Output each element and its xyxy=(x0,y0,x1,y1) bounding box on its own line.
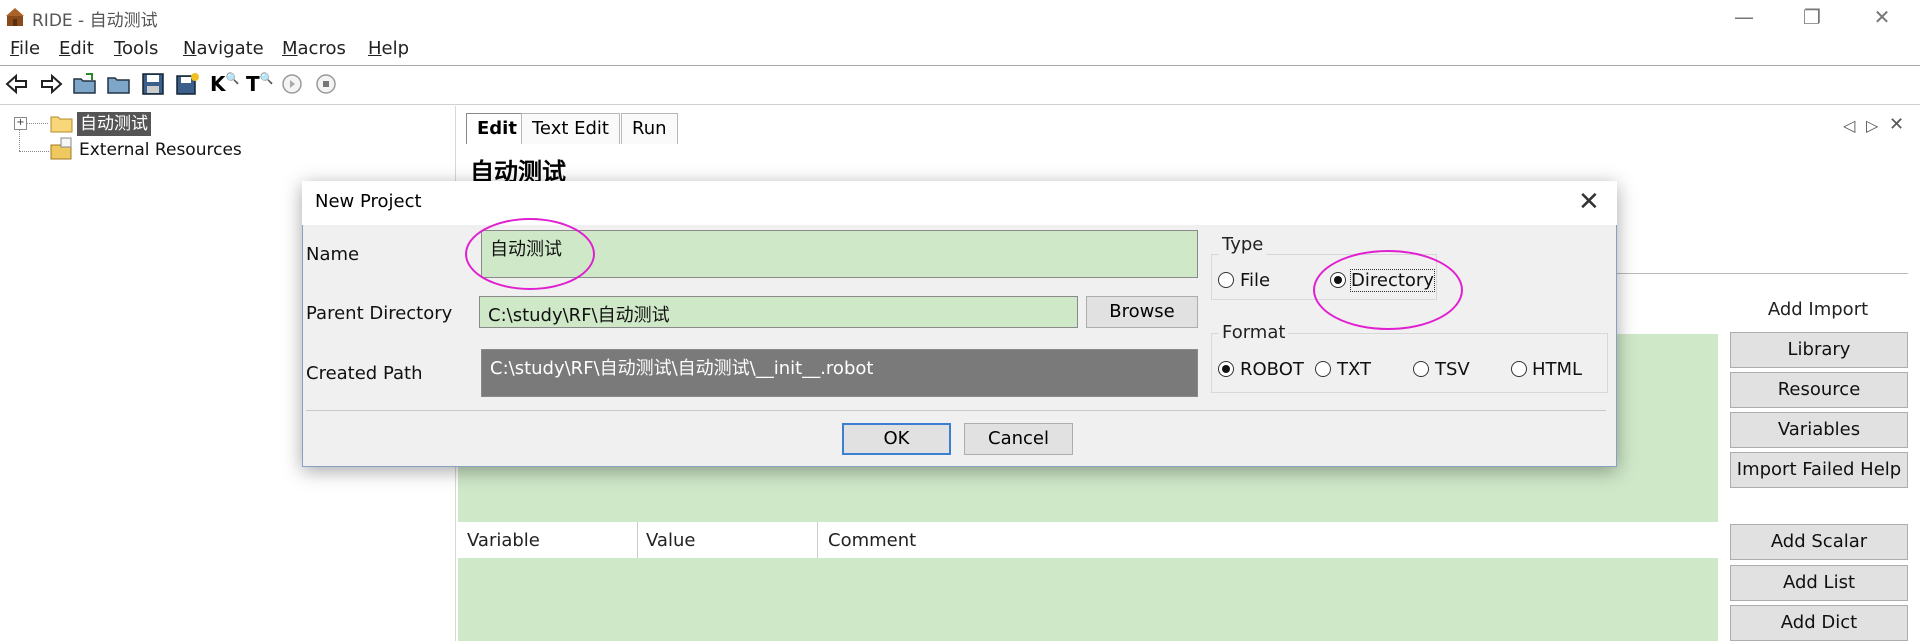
type-file-radio[interactable] xyxy=(1218,272,1234,288)
tab-run[interactable]: Run xyxy=(621,113,678,144)
column-comment: Comment xyxy=(828,530,917,551)
search-keywords-icon[interactable]: K🔍 xyxy=(210,72,239,96)
toolbar-divider xyxy=(0,104,1920,105)
variables-button[interactable]: Variables xyxy=(1730,412,1908,448)
format-html-radio[interactable] xyxy=(1511,361,1527,377)
stop-icon[interactable] xyxy=(314,72,340,96)
tree-connector xyxy=(19,151,49,152)
format-robot-label[interactable]: ROBOT xyxy=(1240,359,1304,380)
restore-icon[interactable]: ❐ xyxy=(1792,2,1832,32)
parent-directory-input[interactable]: C:\study\RF\自动测试 xyxy=(479,296,1078,328)
dialog-titlebar xyxy=(302,181,1617,225)
minimize-icon[interactable]: — xyxy=(1724,2,1764,32)
format-group-label: Format xyxy=(1219,322,1289,343)
column-variable: Variable xyxy=(467,530,540,551)
column-divider xyxy=(817,522,818,558)
tab-scroll-left-icon[interactable]: ◁ xyxy=(1843,116,1855,135)
variables-grid[interactable] xyxy=(458,558,1718,641)
search-tests-icon[interactable]: T🔍 xyxy=(246,72,273,96)
forward-icon[interactable] xyxy=(38,72,64,96)
ride-app-icon xyxy=(6,8,24,26)
dialog-divider xyxy=(306,410,1606,411)
resource-button[interactable]: Resource xyxy=(1730,372,1908,408)
folder-icon xyxy=(50,116,73,133)
menu-divider xyxy=(0,65,1920,66)
save-all-icon[interactable] xyxy=(174,72,200,96)
name-annotation-circle xyxy=(465,218,595,290)
directory-annotation-circle xyxy=(1313,250,1463,330)
column-value: Value xyxy=(646,530,696,551)
import-failed-help-button[interactable]: Import Failed Help xyxy=(1730,452,1908,488)
format-html-label[interactable]: HTML xyxy=(1532,359,1582,380)
window-title: RIDE - 自动测试 xyxy=(32,11,158,31)
save-icon[interactable] xyxy=(140,72,166,96)
add-scalar-button[interactable]: Add Scalar xyxy=(1730,524,1908,560)
menu-navigate[interactable]: Navigate xyxy=(183,38,264,59)
tree-connector xyxy=(19,129,20,151)
run-icon[interactable] xyxy=(280,72,306,96)
tree-item-external-resources[interactable]: External Resources xyxy=(79,140,242,160)
dialog-title: New Project xyxy=(315,191,422,212)
window-titlebar xyxy=(0,0,1920,34)
add-import-label: Add Import xyxy=(1767,299,1869,320)
dialog-close-icon[interactable]: ✕ xyxy=(1578,188,1600,216)
menu-tools[interactable]: Tools xyxy=(114,38,158,59)
back-icon[interactable] xyxy=(4,72,30,96)
tab-edit[interactable]: Edit xyxy=(466,113,528,144)
format-tsv-radio[interactable] xyxy=(1413,361,1429,377)
library-button[interactable]: Library xyxy=(1730,332,1908,368)
menu-macros[interactable]: Macros xyxy=(282,38,346,59)
format-tsv-label[interactable]: TSV xyxy=(1435,359,1470,380)
parent-directory-label: Parent Directory xyxy=(306,303,453,324)
type-group-label: Type xyxy=(1219,234,1267,255)
format-txt-label[interactable]: TXT xyxy=(1337,359,1371,380)
name-label: Name xyxy=(306,244,360,265)
open-project-icon[interactable] xyxy=(72,72,98,96)
column-divider xyxy=(637,522,638,558)
tree-item-root[interactable]: 自动测试 xyxy=(77,112,151,136)
created-path-field: C:\study\RF\自动测试\自动测试\__init__.robot xyxy=(481,349,1198,397)
open-directory-icon[interactable] xyxy=(106,72,132,96)
close-window-icon[interactable]: ✕ xyxy=(1862,2,1902,32)
menu-help[interactable]: Help xyxy=(368,38,409,59)
tree-connector xyxy=(26,123,48,124)
external-resources-icon xyxy=(50,137,72,160)
format-txt-radio[interactable] xyxy=(1315,361,1331,377)
menu-file[interactable]: File xyxy=(10,38,40,59)
add-dict-button[interactable]: Add Dict xyxy=(1730,605,1908,641)
tab-close-icon[interactable]: ✕ xyxy=(1889,114,1904,135)
created-path-label: Created Path xyxy=(306,363,423,384)
browse-button[interactable]: Browse xyxy=(1086,296,1198,328)
add-list-button[interactable]: Add List xyxy=(1730,565,1908,601)
ok-button[interactable]: OK xyxy=(842,423,951,455)
menu-edit[interactable]: Edit xyxy=(59,38,94,59)
cancel-button[interactable]: Cancel xyxy=(964,423,1073,455)
type-file-label[interactable]: File xyxy=(1240,270,1270,291)
tab-scroll-right-icon[interactable]: ▷ xyxy=(1866,116,1878,135)
format-robot-radio[interactable] xyxy=(1218,361,1234,377)
tab-text-edit[interactable]: Text Edit xyxy=(521,113,620,144)
